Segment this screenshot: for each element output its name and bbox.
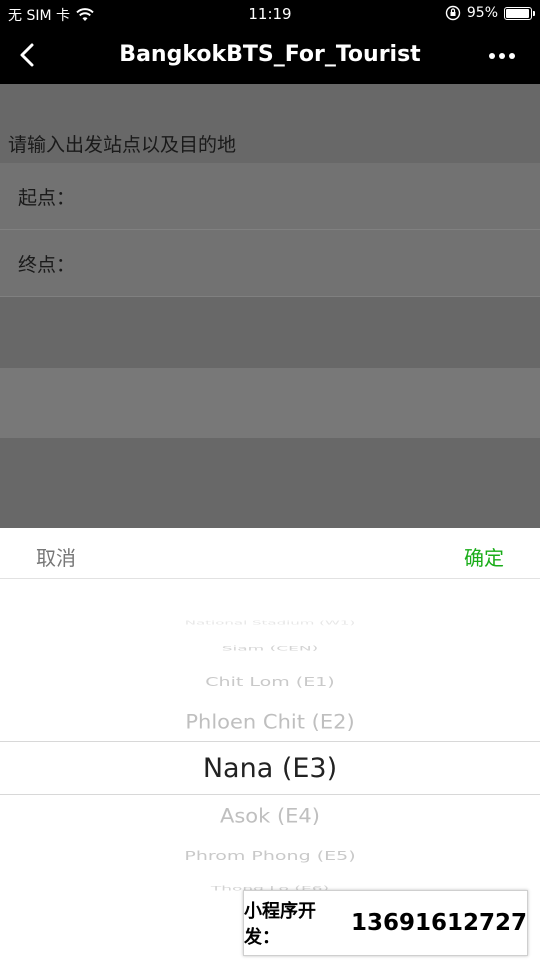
page-title: BangkokBTS_For_Tourist: [119, 42, 421, 67]
picker-option[interactable]: Phrom Phong (E5): [0, 845, 540, 867]
orientation-lock-icon: [445, 5, 461, 21]
cancel-button[interactable]: 取消: [36, 542, 76, 571]
picker-selection-indicator: [0, 741, 540, 795]
back-chevron-icon: [20, 43, 34, 67]
nav-bar: BangkokBTS_For_Tourist: [0, 28, 540, 84]
blank-band: [0, 368, 540, 438]
picker-option[interactable]: Siam (CEN): [0, 643, 540, 655]
form-prompt: 请输入出发站点以及目的地: [8, 134, 237, 156]
form-area: 请输入出发站点以及目的地 起点： 终点：: [0, 84, 540, 528]
more-button[interactable]: [482, 40, 522, 72]
start-label: 起点：: [18, 187, 76, 209]
confirm-button[interactable]: 确定: [464, 542, 504, 571]
back-button[interactable]: [14, 40, 46, 72]
end-label: 终点：: [18, 254, 76, 276]
more-dot: [499, 53, 505, 59]
picker-fade-top: [0, 579, 540, 639]
end-station-field[interactable]: 终点：: [0, 230, 540, 297]
contact-label: 小程序开发：: [244, 901, 316, 948]
picker-option[interactable]: Phloen Chit (E2): [0, 706, 540, 737]
more-dot: [509, 53, 515, 59]
start-station-field[interactable]: 起点：: [0, 163, 540, 230]
battery-percent: 95%: [466, 5, 498, 21]
status-bar: 无 SIM 卡 11:19 95%: [0, 0, 540, 28]
contact-phone: 13691612727: [350, 910, 527, 936]
contact-badge: 小程序开发： 13691612727: [243, 890, 528, 956]
picker-header: 取消 确定: [0, 528, 540, 579]
more-dots-icon: [489, 53, 495, 59]
status-right: 95%: [445, 5, 535, 21]
picker-option[interactable]: Asok (E4): [0, 800, 540, 831]
picker-option[interactable]: Chit Lom (E1): [0, 671, 540, 693]
battery-icon: [504, 6, 535, 20]
